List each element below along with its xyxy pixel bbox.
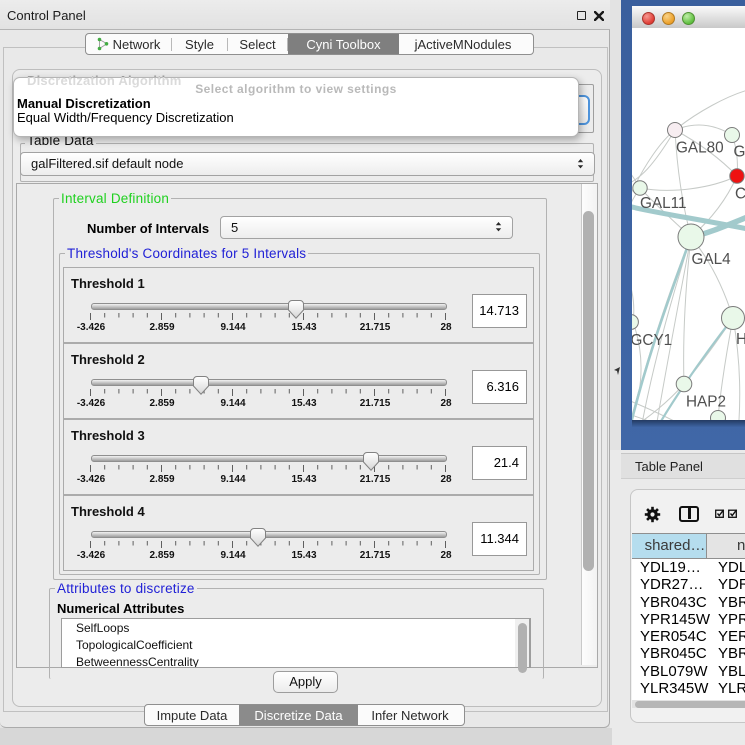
svg-text:H: H [736, 331, 745, 348]
svg-text:GA: GA [734, 144, 745, 161]
svg-text:GAL11: GAL11 [640, 195, 687, 212]
svg-text:GAL4: GAL4 [692, 251, 732, 268]
svg-text:GCY1: GCY1 [632, 332, 672, 349]
svg-text:GAL80: GAL80 [676, 140, 724, 157]
svg-text:C: C [735, 186, 745, 203]
svg-text:HAP2: HAP2 [686, 394, 726, 411]
